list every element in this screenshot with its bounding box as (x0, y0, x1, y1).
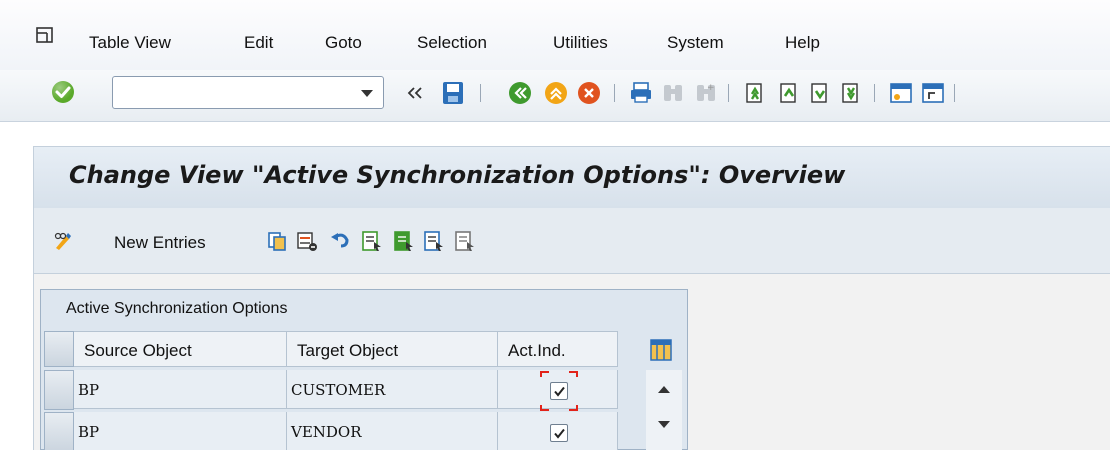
copy-as-icon[interactable] (266, 230, 288, 252)
menu-selection[interactable]: Selection (417, 33, 487, 53)
previous-page-icon[interactable] (776, 80, 802, 106)
select-all-icon[interactable] (361, 230, 383, 252)
deselect-all-icon[interactable] (423, 230, 445, 252)
menu-utilities[interactable]: Utilities (553, 33, 608, 53)
menu-bar: Table View Edit Goto Selection Utilities… (0, 0, 1110, 70)
menu-table-view[interactable]: Table View (89, 33, 171, 53)
checkmark-icon (554, 428, 565, 439)
table-title: Active Synchronization Options (66, 300, 288, 317)
collapse-left-icon[interactable] (402, 80, 428, 106)
cell-text: VENDOR (291, 423, 362, 441)
new-entries-button[interactable]: New Entries (114, 233, 206, 253)
find-icon[interactable] (660, 80, 686, 106)
find-next-icon[interactable]: + (693, 80, 719, 106)
table-cell-source: BP (74, 412, 287, 450)
toolbar-separator (614, 84, 615, 102)
column-header-label: Target Object (297, 341, 399, 360)
vertical-scrollbar[interactable] (646, 370, 682, 450)
undo-change-icon[interactable] (329, 230, 351, 252)
row-selector[interactable] (44, 370, 74, 410)
print-icon[interactable] (628, 80, 654, 106)
shortcut-icon[interactable] (920, 80, 946, 106)
active-checkbox[interactable] (550, 382, 568, 400)
scroll-down-icon[interactable] (658, 421, 670, 428)
menu-goto[interactable]: Goto (325, 33, 362, 53)
focus-corner (540, 371, 549, 377)
column-header-label: Act.Ind. (508, 341, 566, 360)
cell-text: BP (78, 423, 100, 441)
application-toolbar: New Entries (33, 208, 1110, 274)
column-header-target[interactable]: Target Object (287, 331, 498, 367)
next-page-icon[interactable] (807, 80, 833, 106)
focus-corner (569, 405, 578, 411)
select-block-icon[interactable] (393, 230, 415, 252)
command-input[interactable] (117, 80, 347, 105)
row-selector[interactable] (44, 412, 74, 450)
cell-text: BP (78, 381, 100, 399)
command-field[interactable] (112, 76, 384, 109)
standard-toolbar: + (0, 70, 1110, 122)
column-header-source[interactable]: Source Object (74, 331, 287, 367)
table-cell-source: BP (74, 370, 287, 409)
first-page-icon[interactable] (742, 80, 768, 106)
create-session-icon[interactable] (888, 80, 914, 106)
menu-edit[interactable]: Edit (244, 33, 273, 53)
select-all-rows-button[interactable] (44, 331, 74, 367)
deselect-block-icon[interactable] (454, 230, 476, 252)
table-settings-icon[interactable] (650, 339, 672, 361)
focus-corner (569, 371, 578, 377)
column-header-label: Source Object (84, 341, 192, 360)
page-title: Change View "Active Synchronization Opti… (69, 161, 846, 189)
system-menu-icon[interactable] (36, 27, 54, 44)
delete-icon[interactable] (296, 230, 318, 252)
chevron-down-icon[interactable] (361, 90, 373, 97)
focus-corner (540, 405, 549, 411)
cancel-icon[interactable] (576, 80, 602, 106)
toolbar-separator (874, 84, 875, 102)
save-icon[interactable] (440, 80, 466, 106)
toolbar-separator (954, 84, 955, 102)
exit-icon[interactable] (543, 80, 569, 106)
display-change-icon[interactable] (52, 230, 74, 252)
svg-text:+: + (707, 83, 715, 93)
toolbar-separator (480, 84, 481, 102)
back-icon[interactable] (507, 80, 533, 106)
screen-title-bar: Change View "Active Synchronization Opti… (33, 146, 1110, 208)
table-cell-target: VENDOR (287, 412, 498, 450)
checkmark-icon (554, 386, 565, 397)
column-header-active[interactable]: Act.Ind. (498, 331, 618, 367)
active-checkbox[interactable] (550, 424, 568, 442)
cell-text: CUSTOMER (291, 381, 386, 399)
scroll-up-icon[interactable] (658, 386, 670, 393)
menu-help[interactable]: Help (785, 33, 820, 53)
enter-icon[interactable] (51, 80, 75, 104)
toolbar-separator (728, 84, 729, 102)
table-cell-target: CUSTOMER (287, 370, 498, 409)
last-page-icon[interactable] (838, 80, 864, 106)
menu-system[interactable]: System (667, 33, 724, 53)
